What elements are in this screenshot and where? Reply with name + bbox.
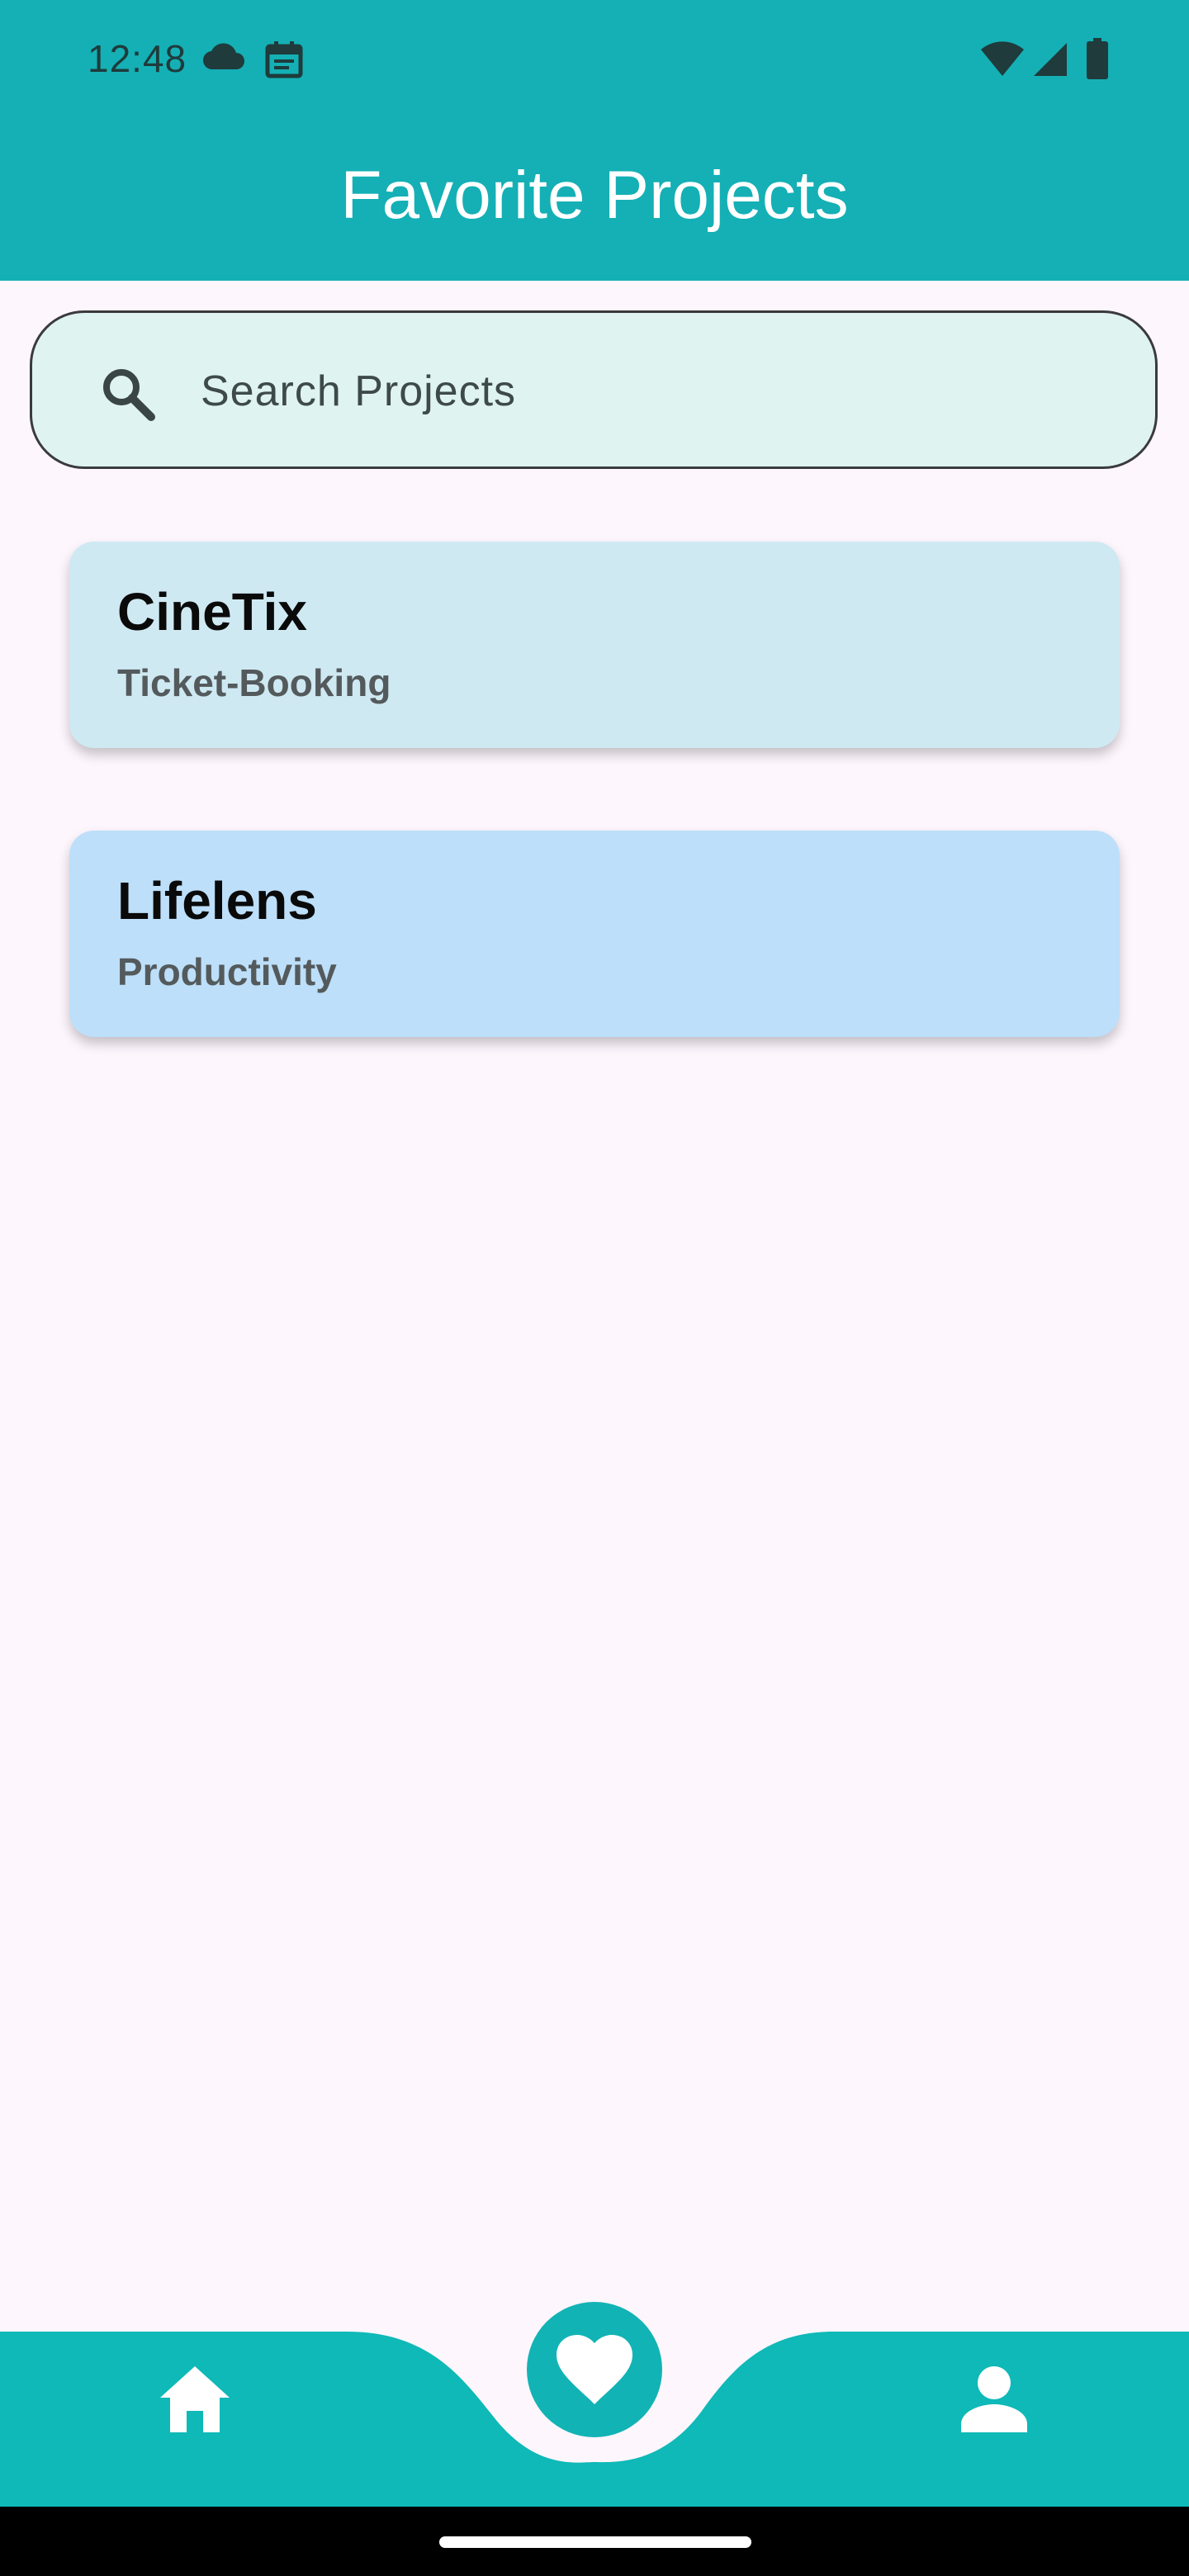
app-header: 12:48 Favorite Projects [0, 0, 1189, 281]
cloud-icon [202, 43, 244, 70]
cellular-signal-icon [1034, 43, 1067, 76]
nav-home-button[interactable] [157, 2361, 233, 2437]
status-bar: 12:48 [0, 0, 1189, 116]
project-title: CineTix [117, 582, 307, 642]
search-bar[interactable] [30, 310, 1158, 469]
project-category: Ticket-Booking [117, 661, 391, 704]
home-icon [160, 2366, 230, 2432]
search-icon[interactable] [100, 366, 156, 422]
project-card-cinetix[interactable]: CineTix Ticket-Booking [69, 542, 1120, 748]
project-title: Lifelens [117, 871, 317, 930]
nav-profile-button[interactable] [956, 2361, 1032, 2437]
nav-favorites-button[interactable] [527, 2302, 662, 2437]
heart-icon [557, 2335, 632, 2404]
battery-icon [1087, 38, 1108, 79]
status-time: 12:48 [88, 37, 187, 80]
bottom-navigation [0, 2279, 1189, 2507]
search-input[interactable] [169, 346, 1109, 437]
wifi-icon [981, 41, 1024, 76]
page-title: Favorite Projects [340, 158, 849, 233]
person-icon [961, 2366, 1027, 2432]
calendar-icon [265, 41, 303, 78]
system-navigation-bar [0, 2507, 1189, 2576]
gesture-handle[interactable] [439, 2536, 751, 2548]
project-card-lifelens[interactable]: Lifelens Productivity [69, 831, 1120, 1037]
project-category: Productivity [117, 950, 337, 993]
